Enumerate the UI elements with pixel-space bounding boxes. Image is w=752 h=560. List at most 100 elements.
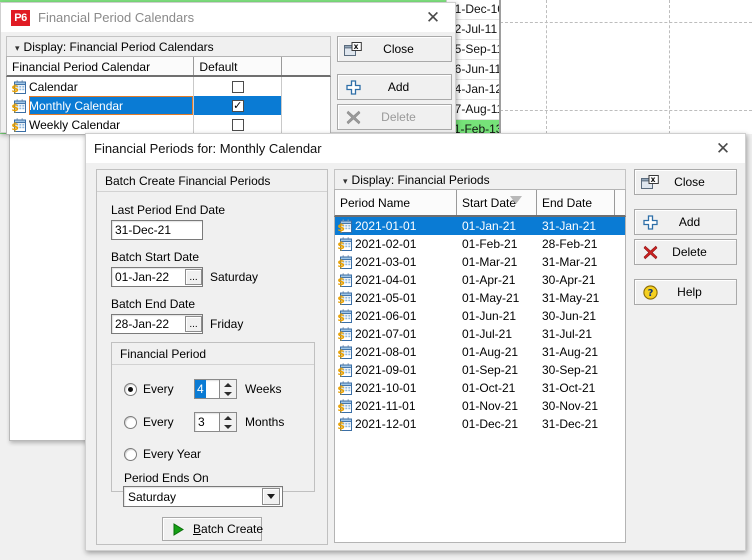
table-row[interactable]: $ Weekly Calendar — [7, 115, 330, 134]
end-date-cell[interactable]: 30-Sep-21 — [537, 363, 615, 377]
period-name-cell[interactable]: $2021-06-01 — [335, 309, 457, 323]
last-period-end-date-field[interactable]: 31-Dec-21 — [111, 220, 203, 240]
close-button[interactable]: x Close — [337, 36, 452, 62]
table-row[interactable]: $ Monthly Calendar ✓ — [7, 96, 330, 115]
calendar-name-cell[interactable]: $ Monthly Calendar — [7, 96, 195, 115]
start-date-cell[interactable]: 01-Feb-21 — [457, 237, 537, 251]
months-stepper-buttons[interactable] — [219, 413, 236, 431]
help-button[interactable]: ? Help — [634, 279, 737, 305]
period-name-cell[interactable]: $2021-12-01 — [335, 417, 457, 431]
period-name-cell[interactable]: $2021-11-01 — [335, 399, 457, 413]
add-button[interactable]: Add — [634, 209, 737, 235]
end-date-cell[interactable]: 31-May-21 — [537, 291, 615, 305]
table-row[interactable]: $ Calendar — [7, 77, 330, 96]
chevron-down-icon[interactable] — [262, 488, 280, 505]
periods-header-cell[interactable] — [615, 190, 625, 215]
period-name-cell[interactable]: $2021-03-01 — [335, 255, 457, 269]
table-row[interactable]: $2021-01-01 01-Jan-21 31-Jan-21 — [335, 217, 625, 235]
start-date-cell[interactable]: 01-Jun-21 — [457, 309, 537, 323]
default-checkbox[interactable] — [231, 118, 244, 131]
period-name-cell[interactable]: $2021-09-01 — [335, 363, 457, 377]
end-date-cell[interactable]: 31-Jan-21 — [537, 219, 615, 233]
table-row[interactable]: $2021-08-01 01-Aug-21 31-Aug-21 — [335, 343, 625, 361]
start-date-cell[interactable]: 01-Oct-21 — [457, 381, 537, 395]
stepper-up-icon[interactable] — [224, 415, 232, 420]
period-name-cell[interactable]: $2021-02-01 — [335, 237, 457, 251]
weeks-stepper-buttons[interactable] — [219, 380, 236, 398]
start-date-cell[interactable]: 01-Aug-21 — [457, 345, 537, 359]
calendar-name-cell[interactable]: $ Calendar — [7, 77, 195, 96]
end-date-cell[interactable]: 30-Jun-21 — [537, 309, 615, 323]
batch-end-date-picker-button[interactable]: ... — [185, 316, 202, 332]
batch-create-button[interactable]: Batch Create — [162, 517, 263, 541]
default-cell[interactable] — [194, 115, 283, 134]
table-row[interactable]: $2021-10-01 01-Oct-21 31-Oct-21 — [335, 379, 625, 397]
months-stepper-value[interactable]: 3 — [195, 413, 219, 431]
calendar-name[interactable]: Calendar — [29, 80, 78, 94]
period-name-cell[interactable]: $2021-10-01 — [335, 381, 457, 395]
calendars-display-bar[interactable]: ▾ Display: Financial Period Calendars — [6, 36, 331, 56]
radio-every-weeks-label: Every — [143, 382, 174, 396]
radio-every-months[interactable] — [124, 416, 137, 429]
calendar-name[interactable]: Weekly Calendar — [29, 118, 120, 132]
default-checkbox[interactable]: ✓ — [231, 99, 244, 112]
default-cell[interactable]: ✓ — [194, 96, 283, 115]
months-stepper[interactable]: 3 — [194, 412, 237, 432]
table-row[interactable]: $2021-03-01 01-Mar-21 31-Mar-21 — [335, 253, 625, 271]
end-date-cell[interactable]: 31-Oct-21 — [537, 381, 615, 395]
end-date-cell[interactable]: 30-Apr-21 — [537, 273, 615, 287]
periods-header-cell[interactable]: Start Date — [457, 190, 537, 215]
end-date-cell[interactable]: 31-Jul-21 — [537, 327, 615, 341]
period-name-cell[interactable]: $2021-08-01 — [335, 345, 457, 359]
end-date-cell[interactable]: 30-Nov-21 — [537, 399, 615, 413]
period-name-cell[interactable]: $2021-05-01 — [335, 291, 457, 305]
radio-every-weeks[interactable] — [124, 383, 137, 396]
calendars-header-cell[interactable]: Financial Period Calendar — [7, 57, 195, 75]
weeks-stepper[interactable]: 4 — [194, 379, 237, 399]
end-date-cell[interactable]: 28-Feb-21 — [537, 237, 615, 251]
period-ends-on-select[interactable]: Saturday — [123, 486, 283, 507]
periods-header-cell[interactable]: Period Name — [335, 190, 457, 215]
start-date-cell[interactable]: 01-Apr-21 — [457, 273, 537, 287]
start-date-cell[interactable]: 01-Sep-21 — [457, 363, 537, 377]
delete-button[interactable]: Delete — [634, 239, 737, 265]
add-button[interactable]: Add — [337, 74, 452, 100]
end-date-cell[interactable]: 31-Dec-21 — [537, 417, 615, 431]
calendar-name-cell[interactable]: $ Weekly Calendar — [7, 115, 195, 134]
table-row[interactable]: $2021-02-01 01-Feb-21 28-Feb-21 — [335, 235, 625, 253]
periods-display-bar[interactable]: ▾ Display: Financial Periods — [334, 169, 626, 189]
periods-header-cell[interactable]: End Date — [537, 190, 615, 215]
radio-every-year[interactable] — [124, 448, 137, 461]
close-icon[interactable]: ✕ — [411, 3, 455, 32]
stepper-down-icon[interactable] — [224, 424, 232, 429]
default-cell[interactable] — [194, 77, 283, 96]
period-name-cell[interactable]: $2021-04-01 — [335, 273, 457, 287]
start-date-cell[interactable]: 01-Jan-21 — [457, 219, 537, 233]
weeks-stepper-value[interactable]: 4 — [195, 380, 206, 398]
end-date-cell[interactable]: 31-Mar-21 — [537, 255, 615, 269]
period-name-cell[interactable]: $2021-01-01 — [335, 219, 457, 233]
close-button[interactable]: x Close — [634, 169, 737, 195]
period-name-cell[interactable]: $2021-07-01 — [335, 327, 457, 341]
end-date-cell[interactable]: 31-Aug-21 — [537, 345, 615, 359]
default-checkbox[interactable] — [231, 80, 244, 93]
batch-start-date-picker-button[interactable]: ... — [185, 269, 202, 285]
close-icon[interactable]: ✕ — [701, 134, 745, 163]
stepper-up-icon[interactable] — [224, 382, 232, 387]
start-date-cell[interactable]: 01-May-21 — [457, 291, 537, 305]
calendars-header-cell[interactable] — [282, 57, 330, 75]
table-row[interactable]: $2021-11-01 01-Nov-21 30-Nov-21 — [335, 397, 625, 415]
table-row[interactable]: $2021-12-01 01-Dec-21 31-Dec-21 — [335, 415, 625, 433]
stepper-down-icon[interactable] — [224, 391, 232, 396]
calendars-header-cell[interactable]: Default — [194, 57, 283, 75]
table-row[interactable]: $2021-04-01 01-Apr-21 30-Apr-21 — [335, 271, 625, 289]
start-date-cell[interactable]: 01-Nov-21 — [457, 399, 537, 413]
table-row[interactable]: $2021-05-01 01-May-21 31-May-21 — [335, 289, 625, 307]
start-date-cell[interactable]: 01-Mar-21 — [457, 255, 537, 269]
table-row[interactable]: $2021-09-01 01-Sep-21 30-Sep-21 — [335, 361, 625, 379]
calendar-name-selected[interactable]: Monthly Calendar — [29, 96, 194, 115]
table-row[interactable]: $2021-06-01 01-Jun-21 30-Jun-21 — [335, 307, 625, 325]
table-row[interactable]: $2021-07-01 01-Jul-21 31-Jul-21 — [335, 325, 625, 343]
start-date-cell[interactable]: 01-Jul-21 — [457, 327, 537, 341]
start-date-cell[interactable]: 01-Dec-21 — [457, 417, 537, 431]
